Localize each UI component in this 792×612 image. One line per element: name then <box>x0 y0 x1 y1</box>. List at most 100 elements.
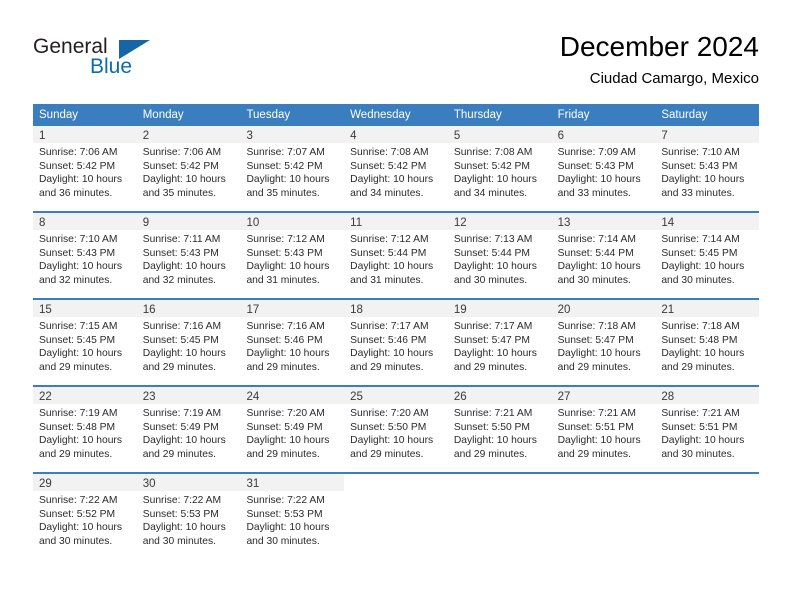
day-cell[interactable]: 21 Sunrise: 7:18 AM Sunset: 5:48 PM Dayl… <box>655 300 760 385</box>
day-number: 28 <box>661 391 675 403</box>
day-number: 17 <box>246 304 260 316</box>
day-number: 14 <box>661 217 675 229</box>
day-cell[interactable]: 13 Sunrise: 7:14 AM Sunset: 5:44 PM Dayl… <box>551 213 656 298</box>
daylight-text-line2: and 33 minutes. <box>557 187 631 199</box>
day-number: 21 <box>661 304 675 316</box>
sunset-text: Sunset: 5:45 PM <box>661 247 738 259</box>
day-cell[interactable]: 24 Sunrise: 7:20 AM Sunset: 5:49 PM Dayl… <box>240 387 345 472</box>
day-cell[interactable]: 18 Sunrise: 7:17 AM Sunset: 5:46 PM Dayl… <box>344 300 448 385</box>
sunrise-text: Sunrise: 7:21 AM <box>661 408 740 419</box>
day-number: 10 <box>246 217 260 229</box>
sunset-text: Sunset: 5:50 PM <box>350 421 427 433</box>
day-cell[interactable]: 31 Sunrise: 7:22 AM Sunset: 5:53 PM Dayl… <box>240 474 345 559</box>
day-cell[interactable]: 8 Sunrise: 7:10 AM Sunset: 5:43 PM Dayli… <box>33 213 137 298</box>
daylight-text-line1: Daylight: 10 hours <box>661 435 745 447</box>
day-cell[interactable]: 23 Sunrise: 7:19 AM Sunset: 5:49 PM Dayl… <box>136 387 241 472</box>
calendar-grid: Sunday Monday Tuesday Wednesday Thursday… <box>33 104 760 559</box>
daylight-text-line1: Daylight: 10 hours <box>246 348 330 360</box>
daylight-text-line2: and 29 minutes. <box>661 361 735 373</box>
sunset-text: Sunset: 5:51 PM <box>661 421 738 433</box>
day-number: 18 <box>350 304 363 316</box>
sunset-text: Sunset: 5:49 PM <box>142 421 219 433</box>
daylight-text-line2: and 35 minutes. <box>142 187 216 199</box>
daylight-text-line1: Daylight: 10 hours <box>557 348 641 360</box>
day-cell[interactable]: 30 Sunrise: 7:22 AM Sunset: 5:53 PM Dayl… <box>136 474 241 559</box>
sunset-text: Sunset: 5:44 PM <box>453 247 531 259</box>
day-cell[interactable]: 11 Sunrise: 7:12 AM Sunset: 5:44 PM Dayl… <box>344 213 448 298</box>
day-cell[interactable]: 27 Sunrise: 7:21 AM Sunset: 5:51 PM Dayl… <box>551 387 656 472</box>
sunrise-text: Sunrise: 7:11 AM <box>142 234 221 245</box>
daylight-text-line2: and 34 minutes. <box>453 187 528 199</box>
daylight-text-line2: and 29 minutes. <box>350 361 424 373</box>
day-cell[interactable]: 25 Sunrise: 7:20 AM Sunset: 5:50 PM Dayl… <box>344 387 448 472</box>
sunset-text: Sunset: 5:47 PM <box>557 334 634 346</box>
day-cell[interactable]: 10 Sunrise: 7:12 AM Sunset: 5:43 PM Dayl… <box>240 213 345 298</box>
sunrise-text: Sunrise: 7:16 AM <box>246 321 325 332</box>
daylight-text-line1: Daylight: 10 hours <box>142 348 226 360</box>
sunrise-text: Sunrise: 7:16 AM <box>142 321 222 332</box>
day-cell[interactable]: 19 Sunrise: 7:17 AM Sunset: 5:47 PM Dayl… <box>447 300 552 385</box>
day-number: 11 <box>350 217 363 229</box>
day-number: 26 <box>453 391 467 403</box>
weekday-header-monday: Monday <box>142 109 184 121</box>
daylight-text-line2: and 29 minutes. <box>142 448 216 460</box>
day-cell[interactable]: 3 Sunrise: 7:07 AM Sunset: 5:42 PM Dayli… <box>240 126 345 211</box>
sunrise-text: Sunrise: 7:08 AM <box>350 147 429 158</box>
daylight-text-line2: and 30 minutes. <box>661 274 735 286</box>
sunrise-text: Sunrise: 7:06 AM <box>142 147 222 158</box>
daylight-text-line1: Daylight: 10 hours <box>661 261 745 273</box>
sunset-text: Sunset: 5:45 PM <box>39 334 116 346</box>
sunrise-text: Sunrise: 7:20 AM <box>246 408 325 419</box>
day-cell[interactable]: 14 Sunrise: 7:14 AM Sunset: 5:45 PM Dayl… <box>655 213 760 298</box>
day-cell[interactable]: 9 Sunrise: 7:11 AM Sunset: 5:43 PM Dayli… <box>136 213 241 298</box>
daylight-text-line2: and 30 minutes. <box>557 274 631 286</box>
day-number: 29 <box>39 478 52 490</box>
daylight-text-line2: and 31 minutes. <box>350 274 424 286</box>
day-number <box>448 478 454 490</box>
day-cell[interactable]: 6 Sunrise: 7:09 AM Sunset: 5:43 PM Dayli… <box>551 126 656 211</box>
day-number: 25 <box>350 391 363 403</box>
daylight-text-line1: Daylight: 10 hours <box>246 435 330 447</box>
sunrise-text: Sunrise: 7:18 AM <box>557 321 637 332</box>
day-cell[interactable]: 26 Sunrise: 7:21 AM Sunset: 5:50 PM Dayl… <box>447 387 552 472</box>
day-cell[interactable]: 16 Sunrise: 7:16 AM Sunset: 5:45 PM Dayl… <box>136 300 241 385</box>
daylight-text-line1: Daylight: 10 hours <box>350 174 434 186</box>
day-cell[interactable]: 28 Sunrise: 7:21 AM Sunset: 5:51 PM Dayl… <box>655 387 760 472</box>
day-cell[interactable]: 22 Sunrise: 7:19 AM Sunset: 5:48 PM Dayl… <box>33 387 137 472</box>
day-cell[interactable]: 7 Sunrise: 7:10 AM Sunset: 5:43 PM Dayli… <box>655 126 760 211</box>
daylight-text-line1: Daylight: 10 hours <box>557 174 641 186</box>
calendar-page: General Blue December 2024 Ciudad Camarg… <box>0 0 792 612</box>
daylight-text-line2: and 29 minutes. <box>39 448 113 460</box>
day-cell[interactable]: 29 Sunrise: 7:22 AM Sunset: 5:52 PM Dayl… <box>33 474 137 559</box>
sunset-text: Sunset: 5:42 PM <box>39 160 116 172</box>
brand-logo[interactable]: General Blue <box>33 36 263 86</box>
daylight-text-line2: and 32 minutes. <box>39 274 113 286</box>
day-cell[interactable]: 5 Sunrise: 7:08 AM Sunset: 5:42 PM Dayli… <box>447 126 552 211</box>
day-number: 22 <box>39 391 52 403</box>
sunrise-text: Sunrise: 7:22 AM <box>39 495 118 506</box>
day-cell[interactable]: 4 Sunrise: 7:08 AM Sunset: 5:42 PM Dayli… <box>344 126 448 211</box>
daylight-text-line2: and 29 minutes. <box>557 448 631 460</box>
weekday-header-friday: Friday <box>557 109 590 121</box>
day-cell[interactable]: 15 Sunrise: 7:15 AM Sunset: 5:45 PM Dayl… <box>33 300 137 385</box>
daylight-text-line2: and 36 minutes. <box>39 187 113 199</box>
daylight-text-line1: Daylight: 10 hours <box>142 435 226 447</box>
day-cell[interactable]: 2 Sunrise: 7:06 AM Sunset: 5:42 PM Dayli… <box>136 126 241 211</box>
weekday-header-sunday: Sunday <box>39 109 79 121</box>
daylight-text-line2: and 30 minutes. <box>142 535 216 547</box>
sunrise-text: Sunrise: 7:21 AM <box>557 408 637 419</box>
calendar-week-row: 1 Sunrise: 7:06 AM Sunset: 5:42 PM Dayli… <box>33 126 760 211</box>
sunrise-text: Sunrise: 7:19 AM <box>142 408 222 419</box>
day-cell[interactable]: 1 Sunrise: 7:06 AM Sunset: 5:42 PM Dayli… <box>33 126 137 211</box>
sunrise-text: Sunrise: 7:06 AM <box>39 147 118 158</box>
sunset-text: Sunset: 5:48 PM <box>661 334 738 346</box>
day-number: 4 <box>350 130 357 142</box>
day-cell[interactable]: 17 Sunrise: 7:16 AM Sunset: 5:46 PM Dayl… <box>240 300 345 385</box>
day-cell[interactable]: 12 Sunrise: 7:13 AM Sunset: 5:44 PM Dayl… <box>447 213 552 298</box>
daylight-text-line1: Daylight: 10 hours <box>350 348 434 360</box>
daylight-text-line1: Daylight: 10 hours <box>246 174 330 186</box>
day-cell[interactable]: 20 Sunrise: 7:18 AM Sunset: 5:47 PM Dayl… <box>551 300 656 385</box>
sunset-text: Sunset: 5:50 PM <box>453 421 531 433</box>
day-number: 3 <box>246 130 253 142</box>
daylight-text-line2: and 30 minutes. <box>246 535 320 547</box>
